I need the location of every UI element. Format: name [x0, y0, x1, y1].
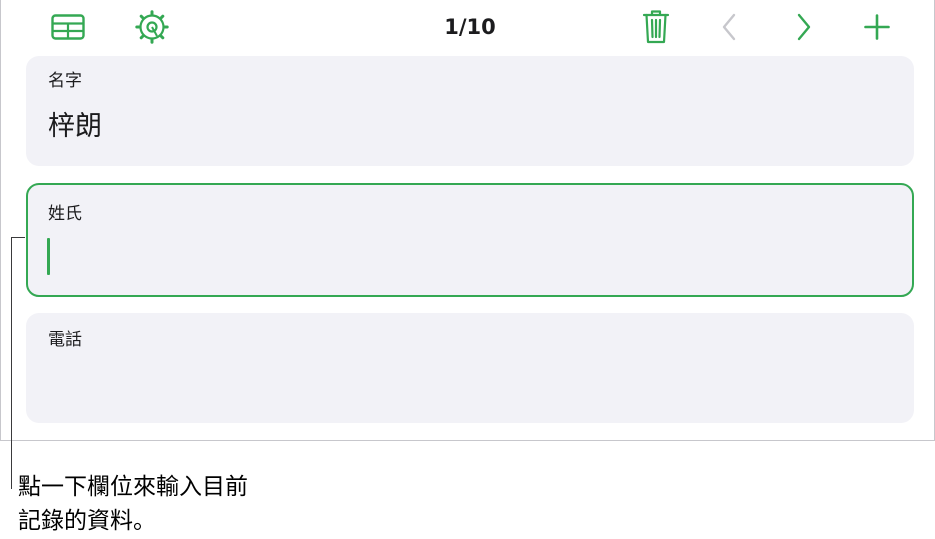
chevron-left-icon [722, 13, 736, 41]
phone-field[interactable]: 電話 [26, 313, 914, 423]
callout-line-2: 記錄的資料。 [18, 508, 156, 534]
table-view-button[interactable] [50, 10, 86, 44]
record-counter: 1/10 [444, 15, 496, 39]
trash-icon [642, 10, 670, 44]
previous-record-button[interactable] [716, 12, 742, 42]
first-name-field[interactable]: 名字 梓朗 [26, 56, 914, 166]
table-grid-icon [51, 14, 85, 40]
record-form-panel: 1/10 名字 梓朗 姓氏 電話 [0, 0, 935, 441]
phone-label: 電話 [48, 330, 82, 350]
last-name-field[interactable]: 姓氏 [26, 183, 914, 297]
text-cursor [47, 238, 50, 275]
form-settings-button[interactable] [134, 9, 170, 45]
next-record-button[interactable] [791, 12, 817, 42]
delete-record-button[interactable] [641, 8, 671, 46]
last-name-label: 姓氏 [48, 204, 82, 224]
callout-leader-line [11, 237, 25, 489]
first-name-label: 名字 [48, 71, 82, 91]
first-name-value[interactable]: 梓朗 [48, 110, 102, 144]
chevron-right-icon [797, 13, 811, 41]
add-record-button[interactable] [862, 12, 892, 42]
plus-icon [864, 14, 890, 40]
callout-line-1: 點一下欄位來輸入目前 [18, 474, 248, 500]
callout-text: 點一下欄位來輸入目前 記錄的資料。 [18, 470, 338, 538]
gear-settings-icon [135, 10, 169, 44]
